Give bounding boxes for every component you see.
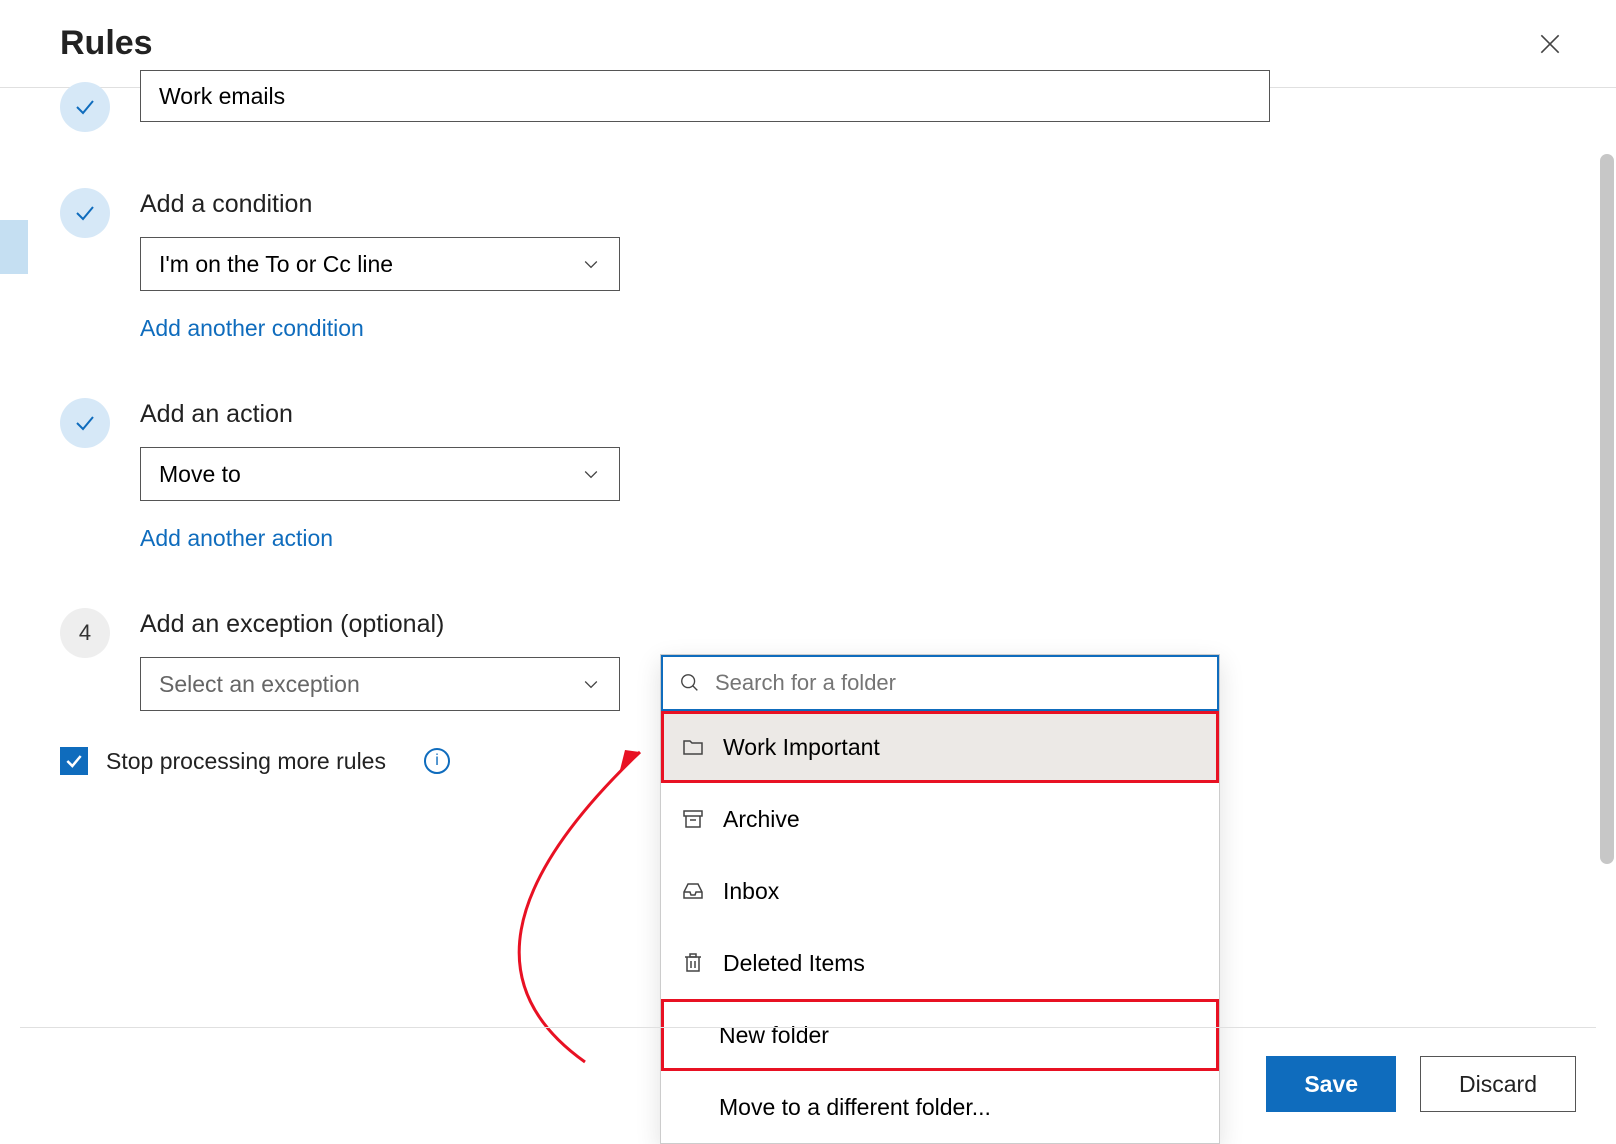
inbox-icon [681, 879, 705, 903]
add-action-link[interactable]: Add another action [140, 525, 333, 552]
rule-name-step [20, 82, 1596, 132]
dialog-content: Add a condition I'm on the To or Cc line… [0, 82, 1616, 775]
folder-search-row [661, 655, 1219, 711]
folder-item-label: Work Important [723, 734, 880, 761]
folder-icon [681, 735, 705, 759]
archive-icon [681, 807, 705, 831]
check-icon [73, 411, 97, 435]
condition-selected: I'm on the To or Cc line [159, 251, 393, 278]
condition-title: Add a condition [140, 190, 1596, 219]
chevron-down-icon [581, 254, 601, 274]
action-selected: Move to [159, 461, 241, 488]
search-icon [679, 672, 701, 694]
exception-dropdown[interactable]: Select an exception [140, 657, 620, 711]
folder-item-new-folder[interactable]: New folder [661, 999, 1219, 1071]
chevron-down-icon [581, 674, 601, 694]
check-icon [73, 201, 97, 225]
folder-item-work-important[interactable]: Work Important [661, 711, 1219, 783]
trash-icon [681, 951, 705, 975]
rule-name-body [140, 82, 1596, 122]
chevron-down-icon [581, 464, 601, 484]
folder-item-archive[interactable]: Archive [661, 783, 1219, 855]
close-button[interactable] [1534, 28, 1566, 60]
condition-body: Add a condition I'm on the To or Cc line… [140, 188, 1596, 342]
vertical-scrollbar[interactable] [1600, 154, 1614, 864]
folder-item-label: Move to a different folder... [719, 1094, 991, 1121]
exception-placeholder: Select an exception [159, 671, 360, 698]
step-badge-4: 4 [60, 608, 110, 658]
stop-processing-checkbox[interactable] [60, 747, 88, 775]
dialog-footer: Save Discard [1266, 1056, 1576, 1112]
discard-button[interactable]: Discard [1420, 1056, 1576, 1112]
folder-item-label: Archive [723, 806, 800, 833]
add-condition-link[interactable]: Add another condition [140, 315, 364, 342]
check-icon [73, 95, 97, 119]
folder-search-input[interactable] [715, 670, 1201, 696]
footer-divider [20, 1027, 1596, 1028]
folder-item-label: Deleted Items [723, 950, 865, 977]
check-icon [64, 751, 84, 771]
action-title: Add an action [140, 400, 1596, 429]
step-badge-check-2 [60, 188, 110, 238]
folder-item-deleted[interactable]: Deleted Items [661, 927, 1219, 999]
dialog-title: Rules [60, 24, 153, 63]
action-dropdown[interactable]: Move to [140, 447, 620, 501]
folder-item-inbox[interactable]: Inbox [661, 855, 1219, 927]
folder-picker-panel: Work Important Archive Inbox Deleted Ite… [660, 654, 1220, 1144]
stop-processing-label: Stop processing more rules [106, 748, 386, 775]
step-badge-check-1 [60, 82, 110, 132]
condition-dropdown[interactable]: I'm on the To or Cc line [140, 237, 620, 291]
save-button[interactable]: Save [1266, 1056, 1396, 1112]
folder-item-label: New folder [719, 1022, 829, 1049]
folder-item-label: Inbox [723, 878, 779, 905]
info-icon[interactable]: i [424, 748, 450, 774]
rule-name-input[interactable] [140, 70, 1270, 122]
folder-item-different-folder[interactable]: Move to a different folder... [661, 1071, 1219, 1143]
action-step: Add an action Move to Add another action [20, 398, 1596, 552]
exception-title: Add an exception (optional) [140, 610, 1596, 639]
close-icon [1537, 31, 1563, 57]
condition-step: Add a condition I'm on the To or Cc line… [20, 188, 1596, 342]
action-body: Add an action Move to Add another action [140, 398, 1596, 552]
step-badge-check-3 [60, 398, 110, 448]
